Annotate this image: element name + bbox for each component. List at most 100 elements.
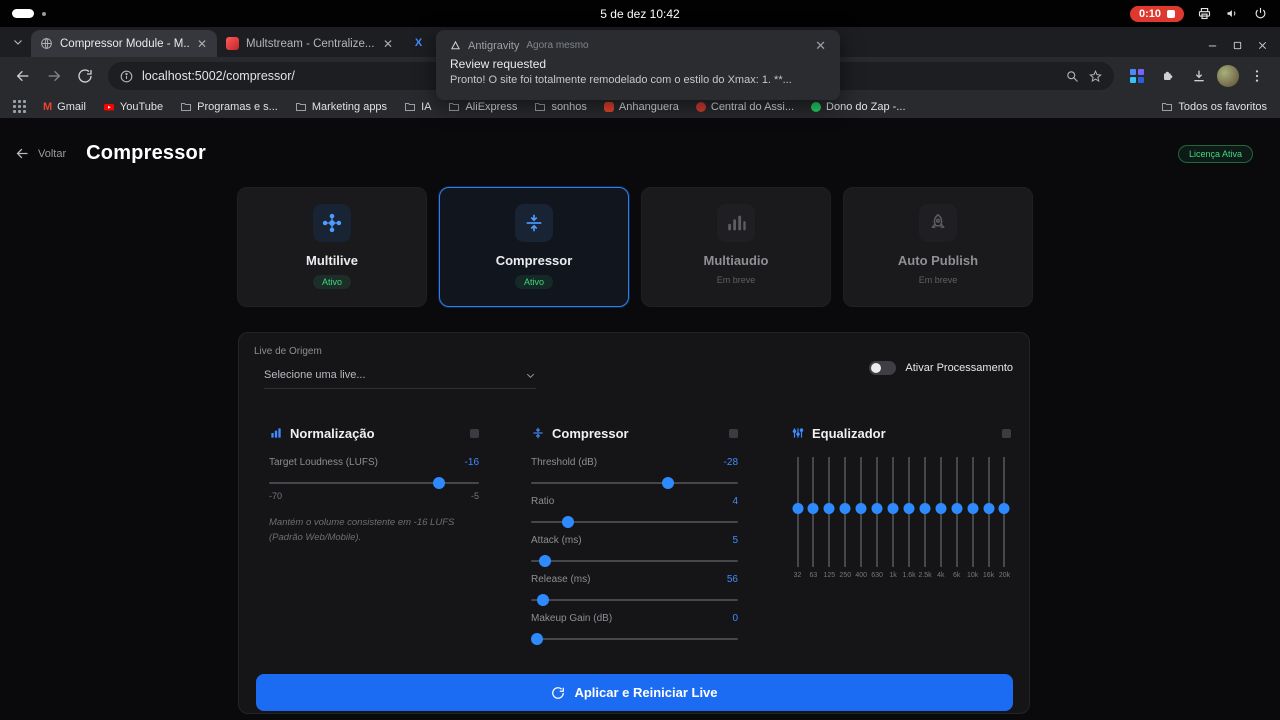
bookmark-anhanguera[interactable]: Anhanguera (603, 101, 679, 113)
eq-knob[interactable] (871, 502, 883, 514)
ratio-slider[interactable] (531, 516, 738, 528)
profile-avatar[interactable] (1217, 65, 1239, 87)
eq-knob[interactable] (855, 502, 867, 514)
eq-slider[interactable] (855, 457, 868, 567)
search-icon[interactable] (1065, 69, 1080, 84)
eq-slider[interactable] (950, 457, 963, 567)
apply-restart-button[interactable]: Aplicar e Reiniciar Live (256, 674, 1013, 711)
tab-multstream[interactable]: Multstream - Centralize... ✕ (217, 30, 403, 57)
module-status: Ativo (312, 275, 351, 289)
eq-slider[interactable] (966, 457, 979, 567)
browser-menu-kebab-icon[interactable] (1244, 63, 1270, 89)
live-select[interactable]: Selecione uma live... (264, 369, 536, 389)
apps-grid-icon[interactable] (13, 100, 26, 113)
bookmark-star-icon[interactable] (1088, 69, 1103, 84)
normalization-checkbox[interactable] (470, 428, 479, 438)
slider-knob[interactable] (537, 594, 550, 606)
release-slider[interactable] (531, 594, 738, 606)
eq-slider[interactable] (871, 457, 884, 567)
eq-knob[interactable] (998, 502, 1010, 514)
eq-knob[interactable] (983, 502, 995, 514)
power-icon[interactable] (1253, 6, 1268, 21)
pinned-extension-icon[interactable] (1124, 63, 1150, 89)
bookmark-folder-sonhos[interactable]: sonhos (534, 101, 587, 113)
reload-icon[interactable] (72, 63, 98, 89)
slider-track[interactable] (531, 599, 738, 601)
slider-knob[interactable] (661, 477, 674, 489)
forward-icon[interactable] (41, 63, 67, 89)
module-card-multilive[interactable]: Multilive Ativo (237, 187, 427, 307)
slider-track[interactable] (531, 638, 738, 640)
bookmark-dono-do-zap[interactable]: Dono do Zap -... (811, 101, 906, 113)
section-title: Compressor (552, 425, 629, 441)
module-card-auto-publish[interactable]: Auto Publish Em breve (843, 187, 1033, 307)
equalizer-checkbox[interactable] (1002, 428, 1011, 438)
bookmark-folder-marketing[interactable]: Marketing apps (295, 101, 387, 113)
eq-knob[interactable] (951, 502, 963, 514)
screen-recording-badge[interactable]: 0:10 (1129, 5, 1184, 22)
eq-slider[interactable] (823, 457, 836, 567)
eq-slider[interactable] (839, 457, 852, 567)
slider-track[interactable] (531, 482, 738, 484)
eq-knob[interactable] (919, 502, 931, 514)
eq-slider[interactable] (934, 457, 947, 567)
bookmark-central[interactable]: Central do Assi... (695, 101, 794, 113)
back-icon[interactable] (10, 63, 36, 89)
eq-knob[interactable] (823, 502, 835, 514)
window-minimize-icon[interactable] (1207, 40, 1218, 51)
tab-close-icon[interactable]: ✕ (196, 38, 208, 50)
notification-popup[interactable]: Antigravity Agora mesmo ✕ Review request… (436, 30, 840, 100)
printer-icon[interactable] (1197, 6, 1212, 21)
bookmark-gmail[interactable]: M Gmail (43, 101, 86, 113)
stop-recording-icon[interactable] (1167, 9, 1175, 18)
eq-slider[interactable] (998, 457, 1011, 567)
bookmark-youtube[interactable]: YouTube (103, 101, 163, 113)
eq-knob[interactable] (887, 502, 899, 514)
slider-track[interactable] (269, 482, 479, 484)
url-text[interactable]: localhost:5002/compressor/ (142, 69, 295, 83)
volume-icon[interactable] (1225, 6, 1240, 21)
slider-knob[interactable] (539, 555, 552, 567)
eq-slider[interactable] (918, 457, 931, 567)
tab-search-chevron-icon[interactable] (7, 31, 29, 53)
slider-knob[interactable] (562, 516, 575, 528)
downloads-icon[interactable] (1186, 63, 1212, 89)
attack-slider[interactable] (531, 555, 738, 567)
eq-knob[interactable] (792, 502, 803, 514)
eq-knob[interactable] (903, 502, 915, 514)
window-close-icon[interactable] (1257, 40, 1268, 51)
module-card-compressor[interactable]: Compressor Ativo (439, 187, 629, 307)
processing-toggle[interactable] (869, 361, 897, 375)
eq-knob[interactable] (807, 502, 819, 514)
slider-knob[interactable] (531, 633, 544, 645)
site-info-icon[interactable] (119, 69, 134, 84)
workspace-pill[interactable] (12, 9, 34, 18)
eq-slider[interactable] (807, 457, 820, 567)
back-label[interactable]: Voltar (38, 148, 66, 160)
eq-slider[interactable] (902, 457, 915, 567)
eq-slider[interactable] (982, 457, 995, 567)
bookmark-folder-ia[interactable]: IA (404, 101, 431, 113)
bookmark-folder-aliexpress[interactable]: AliExpress (448, 101, 517, 113)
bookmark-all-favorites[interactable]: Todos os favoritos (1161, 101, 1267, 113)
slider-track[interactable] (531, 560, 738, 562)
slider-knob[interactable] (433, 477, 446, 489)
tab-compressor-module[interactable]: Compressor Module - M... ✕ (31, 30, 217, 57)
system-clock[interactable]: 5 de dez 10:42 (600, 7, 679, 21)
compressor-checkbox[interactable] (729, 428, 738, 438)
eq-knob[interactable] (935, 502, 947, 514)
tab-close-icon[interactable]: ✕ (382, 38, 394, 50)
eq-knob[interactable] (967, 502, 979, 514)
target-loudness-slider[interactable] (269, 477, 479, 489)
eq-slider[interactable] (791, 457, 804, 567)
threshold-slider[interactable] (531, 477, 738, 489)
notification-close-icon[interactable]: ✕ (815, 39, 826, 52)
makeup-gain-slider[interactable] (531, 633, 738, 645)
extensions-puzzle-icon[interactable] (1155, 63, 1181, 89)
page-back-icon[interactable] (15, 146, 30, 161)
window-maximize-icon[interactable] (1232, 40, 1243, 51)
bookmark-folder-programas[interactable]: Programas e s... (180, 101, 278, 113)
module-card-multiaudio[interactable]: Multiaudio Em breve (641, 187, 831, 307)
eq-knob[interactable] (839, 502, 851, 514)
eq-slider[interactable] (887, 457, 900, 567)
